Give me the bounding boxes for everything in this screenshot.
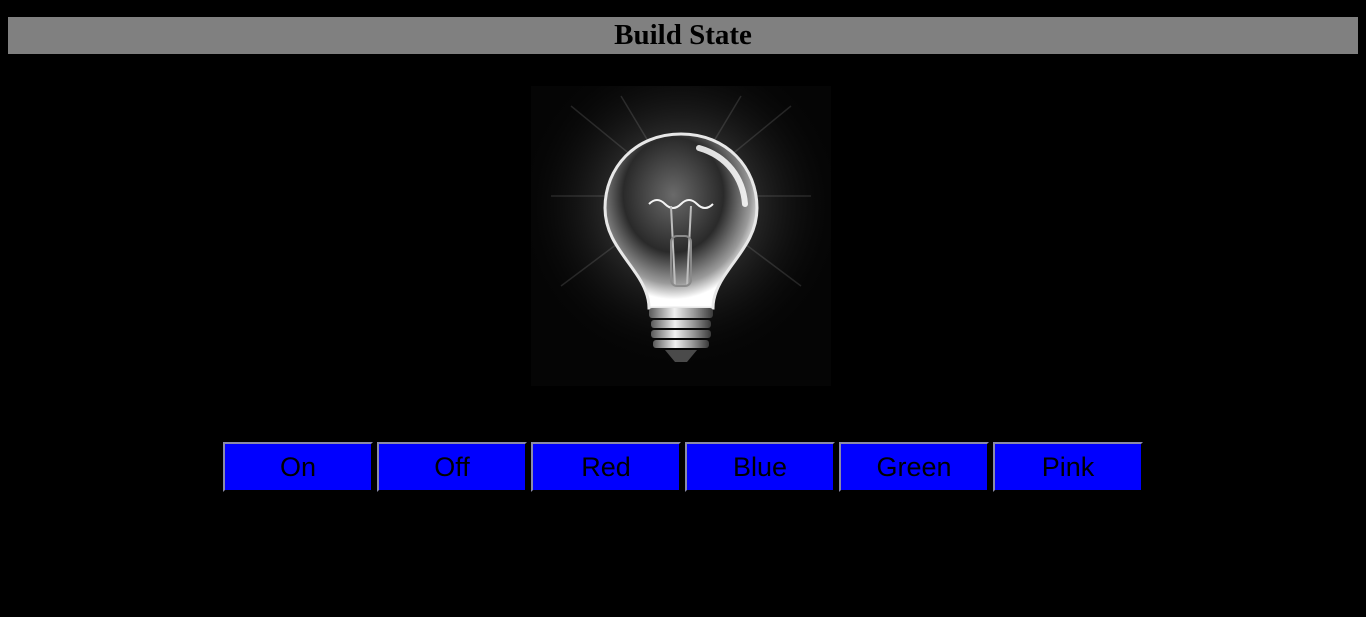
lightbulb-image [531,86,831,386]
color-button-bar: On Off Red Blue Green Pink [223,442,1143,492]
blue-button[interactable]: Blue [685,442,835,492]
lightbulb-icon [531,86,831,386]
green-button[interactable]: Green [839,442,989,492]
on-button[interactable]: On [223,442,373,492]
page-header: Build State [8,17,1358,54]
page-title: Build State [614,19,752,51]
red-button[interactable]: Red [531,442,681,492]
off-button[interactable]: Off [377,442,527,492]
pink-button[interactable]: Pink [993,442,1143,492]
